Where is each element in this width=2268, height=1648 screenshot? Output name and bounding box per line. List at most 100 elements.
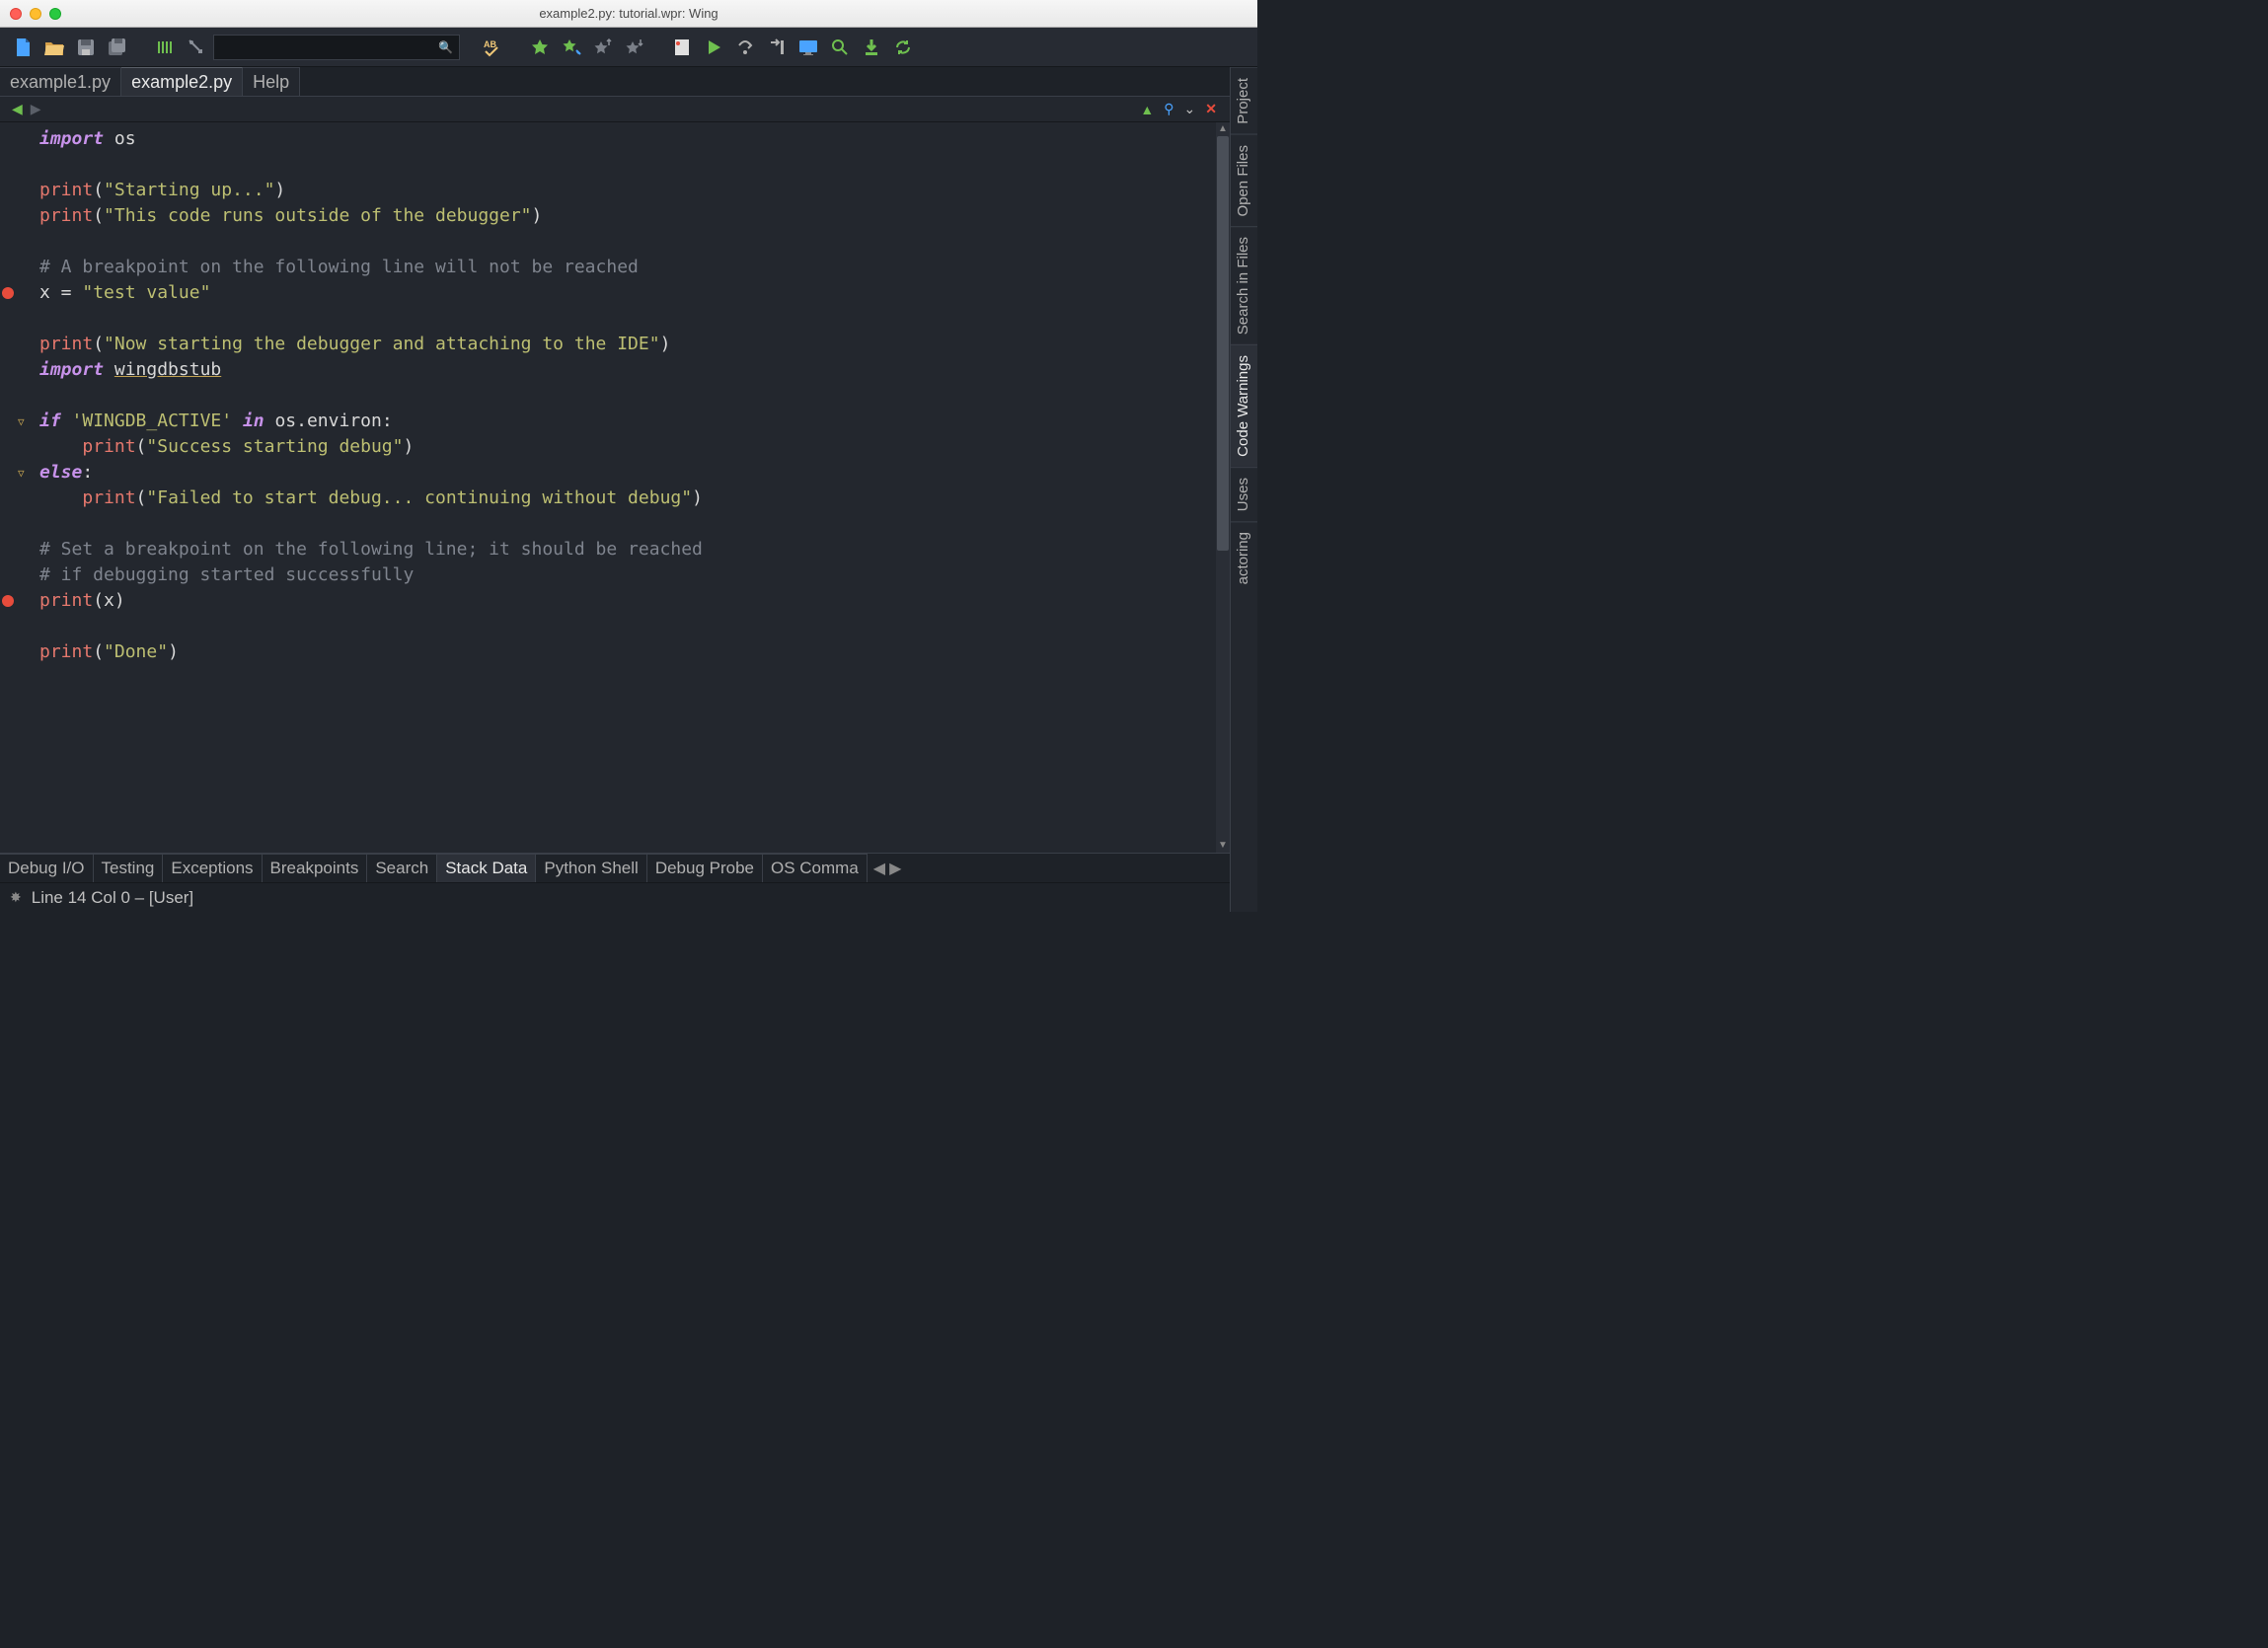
code-line[interactable] xyxy=(39,665,1216,691)
gutter-line[interactable] xyxy=(0,691,34,716)
warnings-indicator-icon[interactable]: ▲ xyxy=(1135,102,1159,117)
gutter-line[interactable] xyxy=(0,229,34,255)
fold-icon[interactable]: ▽ xyxy=(18,467,25,480)
bottom-tab[interactable]: Debug Probe xyxy=(647,854,763,882)
bottom-tab[interactable]: OS Comma xyxy=(763,854,868,882)
debug-monitor-button[interactable] xyxy=(794,33,823,62)
breakpoint-icon[interactable] xyxy=(2,287,14,299)
tabs-scroll-left[interactable]: ◀ xyxy=(873,859,885,878)
bottom-tab[interactable]: Breakpoints xyxy=(263,854,368,882)
scroll-thumb[interactable] xyxy=(1217,136,1229,551)
code-line[interactable]: import os xyxy=(39,126,1216,152)
bottom-tab[interactable]: Search xyxy=(367,854,437,882)
nav-forward-button[interactable]: ▶ xyxy=(27,101,45,117)
bookmark-next-button[interactable] xyxy=(620,33,649,62)
fold-icon[interactable]: ▽ xyxy=(18,415,25,428)
nav-back-button[interactable]: ◀ xyxy=(8,101,27,117)
code-line[interactable]: print("Now starting the debugger and att… xyxy=(39,332,1216,357)
code-line[interactable]: print("This code runs outside of the deb… xyxy=(39,203,1216,229)
gutter-line[interactable] xyxy=(0,614,34,639)
tabs-scroll-right[interactable]: ▶ xyxy=(889,859,901,878)
gutter-line[interactable] xyxy=(0,255,34,280)
bottom-tabs-nav[interactable]: ◀▶ xyxy=(868,854,908,882)
refresh-button[interactable] xyxy=(888,33,918,62)
bottom-tab[interactable]: Stack Data xyxy=(437,854,536,882)
gutter-line[interactable] xyxy=(0,562,34,588)
search-in-files-button[interactable] xyxy=(825,33,855,62)
minimize-window-button[interactable] xyxy=(30,8,41,20)
code-editor[interactable]: ▽▽ import osprint("Starting up...")print… xyxy=(0,122,1230,853)
bookmark-prev-button[interactable] xyxy=(588,33,618,62)
save-button[interactable] xyxy=(71,33,101,62)
scroll-up-button[interactable]: ▲ xyxy=(1216,122,1230,136)
gutter-line[interactable] xyxy=(0,665,34,691)
scroll-down-button[interactable]: ▼ xyxy=(1216,839,1230,853)
gutter-line[interactable]: ▽ xyxy=(0,460,34,486)
gutter-line[interactable] xyxy=(0,537,34,562)
spell-check-button[interactable]: AB xyxy=(478,33,507,62)
side-tab[interactable]: Code Warnings xyxy=(1231,344,1257,467)
pin-icon[interactable]: ⚲ xyxy=(1159,101,1178,117)
code-line[interactable] xyxy=(39,383,1216,409)
side-tab[interactable]: Search in Files xyxy=(1231,226,1257,344)
code-line[interactable] xyxy=(39,229,1216,255)
code-line[interactable]: print("Failed to start debug... continui… xyxy=(39,486,1216,511)
code-line[interactable] xyxy=(39,614,1216,639)
bottom-tab[interactable]: Python Shell xyxy=(536,854,646,882)
file-tab[interactable]: Help xyxy=(243,67,300,96)
gutter-line[interactable]: ▽ xyxy=(0,409,34,434)
maximize-window-button[interactable] xyxy=(49,8,61,20)
code-line[interactable]: print(x) xyxy=(39,588,1216,614)
gutter-line[interactable] xyxy=(0,639,34,665)
indent-guide-button[interactable] xyxy=(150,33,180,62)
gutter-line[interactable] xyxy=(0,511,34,537)
side-tab[interactable]: actoring xyxy=(1231,521,1257,594)
file-tab[interactable]: example2.py xyxy=(121,67,243,96)
gutter-line[interactable] xyxy=(0,152,34,178)
step-into-button[interactable] xyxy=(762,33,792,62)
bottom-tab[interactable]: Debug I/O xyxy=(0,854,94,882)
step-over-button[interactable] xyxy=(730,33,760,62)
toolbar-search[interactable]: 🔍 xyxy=(213,35,460,60)
code-line[interactable]: import wingdbstub xyxy=(39,357,1216,383)
bookmark-button[interactable] xyxy=(525,33,555,62)
gutter-line[interactable] xyxy=(0,383,34,409)
side-tab[interactable]: Project xyxy=(1231,67,1257,134)
editor-menu-button[interactable]: ⌄ xyxy=(1179,101,1201,117)
code-line[interactable]: print("Success starting debug") xyxy=(39,434,1216,460)
breakpoint-button[interactable] xyxy=(667,33,697,62)
code-line[interactable]: else: xyxy=(39,460,1216,486)
gutter[interactable]: ▽▽ xyxy=(0,122,34,853)
code-line[interactable]: # A breakpoint on the following line wil… xyxy=(39,255,1216,280)
file-tab[interactable]: example1.py xyxy=(0,67,121,96)
save-all-button[interactable] xyxy=(103,33,132,62)
gutter-line[interactable] xyxy=(0,126,34,152)
gutter-line[interactable] xyxy=(0,588,34,614)
search-input[interactable] xyxy=(220,39,438,54)
gutter-line[interactable] xyxy=(0,332,34,357)
breakpoint-icon[interactable] xyxy=(2,595,14,607)
code-line[interactable]: if 'WINGDB_ACTIVE' in os.environ: xyxy=(39,409,1216,434)
new-file-button[interactable] xyxy=(8,33,38,62)
goto-definition-button[interactable] xyxy=(182,33,211,62)
bookmark-add-button[interactable] xyxy=(557,33,586,62)
gutter-line[interactable] xyxy=(0,203,34,229)
open-folder-button[interactable] xyxy=(39,33,69,62)
code-line[interactable] xyxy=(39,152,1216,178)
code-line[interactable]: x = "test value" xyxy=(39,280,1216,306)
close-editor-button[interactable]: ✕ xyxy=(1200,101,1222,117)
gutter-line[interactable] xyxy=(0,434,34,460)
code-line[interactable]: # if debugging started successfully xyxy=(39,562,1216,588)
close-window-button[interactable] xyxy=(10,8,22,20)
code-line[interactable]: print("Done") xyxy=(39,639,1216,665)
gutter-line[interactable] xyxy=(0,306,34,332)
code-area[interactable]: import osprint("Starting up...")print("T… xyxy=(34,122,1216,853)
gutter-line[interactable] xyxy=(0,280,34,306)
gutter-line[interactable] xyxy=(0,178,34,203)
code-line[interactable] xyxy=(39,306,1216,332)
code-line[interactable] xyxy=(39,691,1216,716)
side-tab[interactable]: Open Files xyxy=(1231,134,1257,227)
bottom-tab[interactable]: Testing xyxy=(94,854,164,882)
bottom-tab[interactable]: Exceptions xyxy=(163,854,262,882)
gutter-line[interactable] xyxy=(0,486,34,511)
